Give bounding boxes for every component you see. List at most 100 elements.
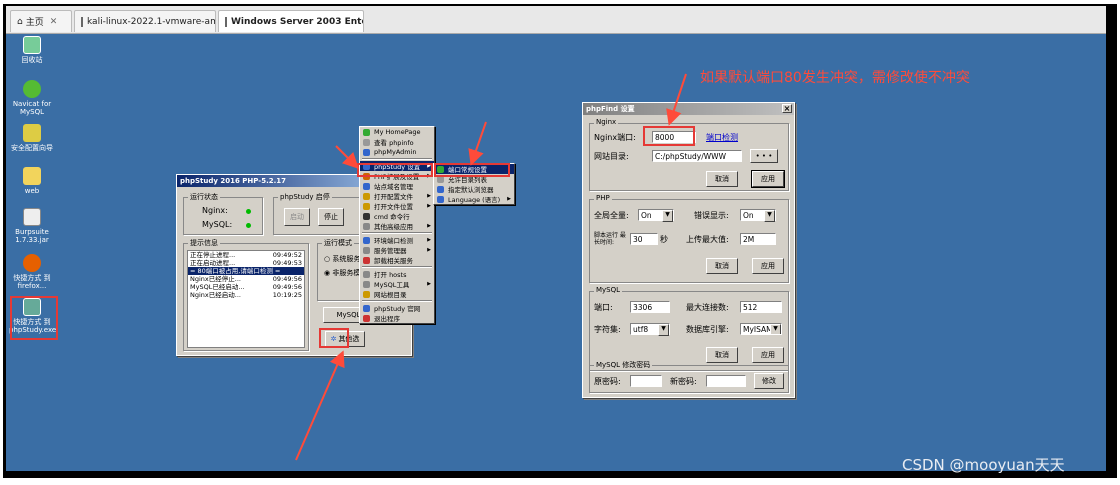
- arrow: [335, 145, 359, 169]
- charset-select[interactable]: utf8: [630, 323, 670, 336]
- menu-item[interactable]: My HomePage: [360, 127, 434, 137]
- menu-item[interactable]: 打开文件位置 ▶: [360, 201, 434, 211]
- chevron-right-icon: ▶: [507, 196, 511, 202]
- webdir-input[interactable]: C:/phpStudy/WWW: [652, 150, 742, 162]
- context-menu: My HomePage 查看 phpinfo phpMyAdmin phpStudy …: [359, 126, 435, 324]
- upload-max-input[interactable]: 2M: [740, 233, 776, 245]
- annotation-text: 如果默认端口80发生冲突，需修改使不冲突: [700, 70, 970, 86]
- menu-item[interactable]: 退出程序: [360, 313, 434, 323]
- desktop-icon-web[interactable]: web: [9, 167, 55, 195]
- modify-password-button[interactable]: 修改: [754, 373, 784, 389]
- chevron-right-icon: ▶: [427, 281, 431, 287]
- menu-item[interactable]: 站点域名管理: [360, 181, 434, 191]
- menu-item[interactable]: phpMyAdmin: [360, 147, 434, 157]
- recycle-bin-icon: [23, 36, 41, 54]
- menu-icon: [437, 186, 444, 193]
- tab-home[interactable]: ⌂ 主页 ✕: [10, 10, 72, 32]
- mode-system-radio[interactable]: ○ 系统服务: [324, 254, 360, 264]
- desktop-icon-firefox[interactable]: 快捷方式 到 firefox...: [9, 254, 55, 290]
- log-row: = 80端口被占用,请端口检测 =: [188, 267, 304, 275]
- annotation-arrows: [295, 73, 687, 461]
- password-group: MySQL 修改密码 原密码: 新密码: 修改: [589, 360, 789, 393]
- mysql-status-dot: [246, 223, 251, 228]
- browser-tab-bar: ⌂ 主页 ✕ kali-linux-2022.1-vmware-amd64 ✕ …: [6, 6, 1106, 34]
- globals-select[interactable]: On: [638, 209, 674, 222]
- close-icon[interactable]: ✕: [50, 17, 58, 27]
- menu-icon: [363, 139, 370, 146]
- desktop-icon-burpsuite[interactable]: Burpsuite 1.7.33.jar: [9, 208, 55, 244]
- menu-icon: [363, 129, 370, 136]
- php-apply-button[interactable]: 应用: [752, 258, 784, 274]
- menu-item[interactable]: 打开 hosts: [360, 269, 434, 279]
- desktop-icon-navicat[interactable]: Navicat for MySQL: [9, 80, 55, 116]
- firefox-icon: [23, 254, 41, 272]
- log-list[interactable]: 正在停止进程... 09:49:52 正在启动进程... 09:49:53 = 80端口…: [187, 250, 305, 348]
- menu-item[interactable]: 卸载相关服务: [360, 255, 434, 265]
- menu-item[interactable]: 网站根目录: [360, 289, 434, 299]
- menu-separator: [362, 266, 432, 268]
- new-password-input[interactable]: [706, 375, 746, 387]
- menu-item[interactable]: 服务管理器 ▶: [360, 245, 434, 255]
- tab-windows-server[interactable]: Windows Server 2003 Enter... ✕: [218, 10, 364, 32]
- php-cancel-button[interactable]: 取消: [706, 258, 738, 274]
- home-icon: ⌂: [17, 16, 23, 27]
- highlight-box: [434, 163, 510, 177]
- browse-button[interactable]: • • •: [750, 149, 778, 163]
- submenu-item[interactable]: 指定默认浏览器: [434, 184, 514, 194]
- menu-icon: [363, 315, 370, 322]
- menu-icon: [363, 257, 370, 264]
- chevron-right-icon: ▶: [427, 237, 431, 243]
- menu-item[interactable]: MySQL工具 ▶: [360, 279, 434, 289]
- nginx-cancel-button[interactable]: 取消: [706, 171, 738, 187]
- close-button[interactable]: ×: [782, 104, 792, 113]
- log-row: MySQL已经启动... 09:49:56: [190, 283, 302, 291]
- menu-item[interactable]: cmd 命令行: [360, 211, 434, 221]
- chevron-right-icon: ▶: [427, 247, 431, 253]
- errors-select[interactable]: On: [740, 209, 776, 222]
- submenu-item[interactable]: Language (语言) ▶: [434, 194, 514, 204]
- log-row: Nginx已经停止... 09:49:56: [190, 275, 302, 283]
- port-check-link[interactable]: 端口检测: [706, 132, 738, 143]
- mysql-cancel-button[interactable]: 取消: [706, 347, 738, 363]
- menu-icon: [363, 237, 370, 244]
- start-button[interactable]: 启动: [284, 208, 310, 226]
- vm-icon: [225, 16, 227, 27]
- mysql-port-input[interactable]: 3306: [630, 301, 670, 313]
- log-rows: 正在停止进程... 09:49:52 正在启动进程... 09:49:53 = 80端口…: [188, 251, 304, 299]
- highlight-box: [319, 328, 349, 348]
- chevron-right-icon: ▶: [427, 223, 431, 229]
- mysql-apply-button[interactable]: 应用: [752, 347, 784, 363]
- desktop-icon-security-wizard[interactable]: 安全配置向导: [9, 124, 55, 152]
- desktop-icon-recycle-bin[interactable]: 回收站: [9, 36, 55, 64]
- menu-separator: [362, 232, 432, 234]
- menu-icon: [363, 271, 370, 278]
- timeout-input[interactable]: 30: [630, 233, 658, 245]
- mode-nonservice-radio[interactable]: ◉ 非服务模: [324, 268, 360, 278]
- highlight-box: [10, 296, 58, 340]
- menu-item[interactable]: 其他高级应用 ▶: [360, 221, 434, 231]
- arrow: [295, 350, 345, 461]
- nginx-status-dot: [246, 209, 251, 214]
- stop-button[interactable]: 停止: [318, 208, 344, 226]
- tab-kali[interactable]: kali-linux-2022.1-vmware-amd64 ✕: [74, 10, 216, 32]
- nginx-apply-button[interactable]: 应用: [751, 170, 785, 188]
- menu-icon: [363, 183, 370, 190]
- engine-select[interactable]: MyISAM: [740, 323, 782, 335]
- menu-item[interactable]: 环境端口检测 ▶: [360, 235, 434, 245]
- menu-separator: [362, 300, 432, 302]
- php-group: PHP 全局全量: On 错误显示: On 脚本运行 最长时间: 30 秒 上传…: [589, 194, 789, 283]
- menu-item[interactable]: 查看 phpinfo: [360, 137, 434, 147]
- menu-icon: [363, 247, 370, 254]
- menu-icon: [363, 203, 370, 210]
- menu-icon: [437, 196, 444, 203]
- menu-item[interactable]: 打开配置文件 ▶: [360, 191, 434, 201]
- old-password-input[interactable]: [630, 375, 662, 387]
- menu-icon: [363, 223, 370, 230]
- mysql-group: MySQL 端口: 3306 最大连接数: 512 字符集: utf8 数据库引…: [589, 286, 789, 371]
- dialog-titlebar[interactable]: phpFind 设置 ×: [583, 103, 794, 115]
- menu-icon: [363, 291, 370, 298]
- max-connections-input[interactable]: 512: [740, 301, 782, 313]
- menu-icon: [363, 149, 370, 156]
- highlight-box: [357, 163, 433, 177]
- menu-item[interactable]: phpStudy 官网: [360, 303, 434, 313]
